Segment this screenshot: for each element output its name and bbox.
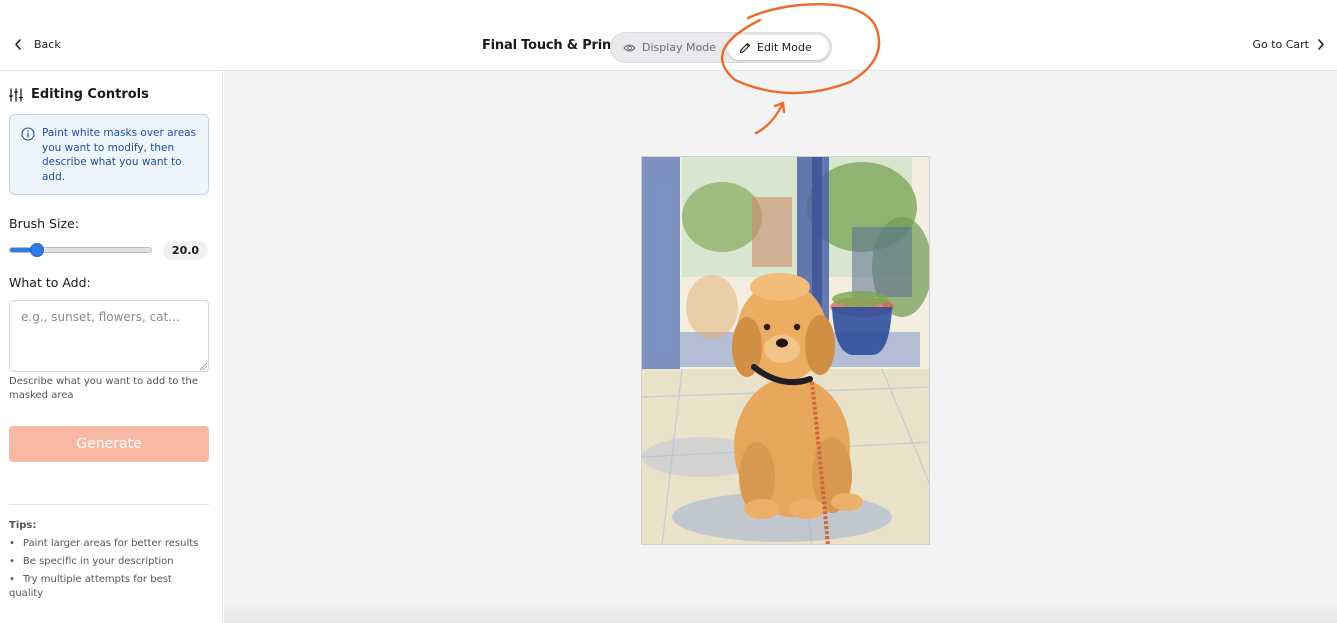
sidebar-title: Editing Controls [9,87,149,102]
tip-item: Paint larger areas for better results [9,537,209,551]
tips-title: Tips: [9,520,37,531]
artwork-image[interactable] [641,156,930,545]
info-circle-icon [21,127,35,141]
sidebar-title-text: Editing Controls [31,87,149,102]
eye-icon [623,43,636,52]
generate-button[interactable]: Generate [9,426,209,462]
what-to-add-input[interactable] [9,300,209,372]
sliders-icon [9,87,23,102]
editing-canvas[interactable] [224,71,1337,623]
divider [9,504,209,505]
tip-item: Be specific in your description [9,555,209,569]
tip-item: Try multiple attempts for best quality [9,573,209,601]
edit-mode-label: Edit Mode [757,41,812,54]
prompt-hint: Describe what you want to add to the mas… [9,376,199,401]
brush-size-slider[interactable] [9,243,152,257]
watercolor-dog-painting [642,157,929,544]
display-mode-label: Display Mode [642,41,717,54]
pencil-icon [739,42,751,53]
info-notice: Paint white masks over areas you want to… [9,114,209,195]
edit-mode-button[interactable]: Edit Mode [727,35,829,60]
top-bar: Back Final Touch & Print Display Mode Ed… [0,0,1337,71]
chevron-left-icon [15,39,21,50]
slider-thumb[interactable] [29,243,44,257]
chevron-right-icon [1318,39,1324,50]
page-title: Final Touch & Print [482,38,618,53]
back-button[interactable]: Back [14,38,61,51]
what-to-add-label: What to Add: [9,275,91,290]
info-text: Paint white masks over areas you want to… [42,127,197,183]
bottom-fade [224,603,1337,623]
back-label: Back [34,38,61,51]
display-mode-button[interactable]: Display Mode [623,35,716,60]
editing-sidebar: Editing Controls Paint white masks over … [0,71,223,623]
brush-size-label: Brush Size: [9,216,79,231]
cart-label: Go to Cart [1252,38,1309,51]
tips-list: Paint larger areas for better results Be… [9,537,209,605]
mode-toggle: Display Mode Edit Mode [610,32,832,63]
resize-grip-icon[interactable] [200,363,207,370]
go-to-cart-button[interactable]: Go to Cart [1252,38,1325,51]
brush-size-value: 20.0 [163,241,208,260]
